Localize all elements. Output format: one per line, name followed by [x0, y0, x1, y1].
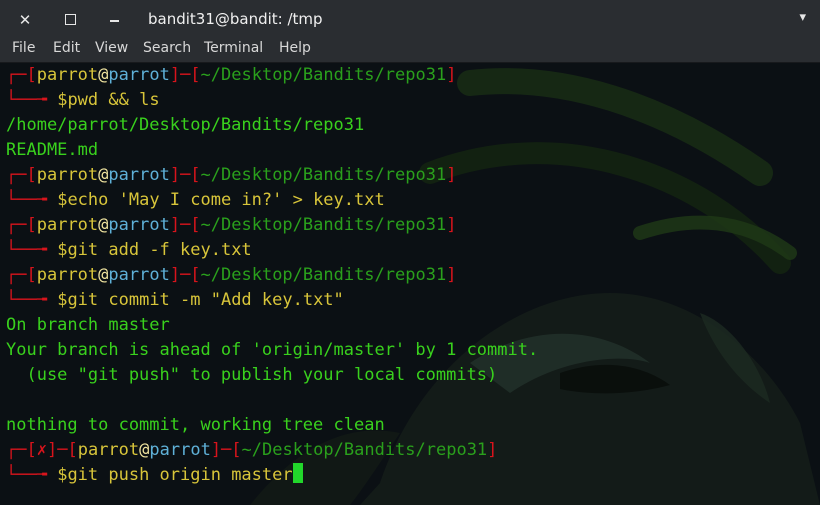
menu-terminal[interactable]: Terminal: [204, 40, 263, 56]
prompt-bracket: ]: [446, 65, 457, 85]
prompt-host: parrot: [108, 65, 170, 85]
prompt-bracket: ]─: [46, 440, 68, 460]
command-line: └──╼ $pwd && ls: [6, 88, 538, 113]
prompt-bracket: [: [26, 65, 37, 85]
command-text: pwd && ls: [67, 90, 160, 110]
prompt-bracket: ]─[: [169, 215, 201, 235]
prompt-at: @: [98, 65, 109, 85]
prompt-bracket: ]: [446, 215, 457, 235]
prompt-corner: ┌─: [6, 265, 27, 285]
prompt-path: ~/Desktop/Bandits/repo31: [241, 440, 488, 460]
prompt-dollar: $: [57, 90, 68, 110]
prompt-bracket: [: [26, 265, 37, 285]
command-text: git push origin master: [67, 465, 293, 485]
prompt-at: @: [98, 165, 109, 185]
prompt-bracket: ]: [446, 265, 457, 285]
command-line: └──╼ $git push origin master: [6, 463, 538, 488]
command-line: └──╼ $echo 'May I come in?' > key.txt: [6, 188, 538, 213]
prompt-dollar: $: [57, 465, 68, 485]
prompt-line: ┌─[parrot@parrot]─[~/Desktop/Bandits/rep…: [6, 63, 538, 88]
command-line: └──╼ $git add -f key.txt: [6, 238, 538, 263]
prompt-at: @: [139, 440, 150, 460]
prompt-bracket: ]─[: [169, 265, 201, 285]
error-mark-icon: ✗: [36, 440, 47, 460]
prompt-host: parrot: [108, 215, 170, 235]
prompt-bracket: [: [26, 165, 37, 185]
prompt-host: parrot: [108, 165, 170, 185]
terminal-output: ┌─[parrot@parrot]─[~/Desktop/Bandits/rep…: [6, 63, 538, 488]
prompt-arrow: └──╼: [6, 90, 58, 110]
prompt-line: ┌─[parrot@parrot]─[~/Desktop/Bandits/rep…: [6, 163, 538, 188]
prompt-line: ┌─[✗]─[parrot@parrot]─[~/Desktop/Bandits…: [6, 438, 538, 463]
close-icon[interactable]: ✕: [14, 9, 36, 31]
text-cursor: [292, 463, 303, 483]
prompt-corner: ┌─: [6, 215, 27, 235]
command-line: └──╼ $git commit -m "Add key.txt": [6, 288, 538, 313]
menu-edit[interactable]: Edit: [53, 40, 80, 56]
title-bar: ✕ bandit31@bandit: /tmp ▾: [0, 0, 820, 39]
prompt-bracket: ]─[: [169, 65, 201, 85]
menu-bar: File Edit View Search Terminal Help: [0, 38, 820, 63]
prompt-user: parrot: [36, 215, 99, 235]
prompt-corner: ┌─: [6, 65, 27, 85]
prompt-user: parrot: [36, 65, 99, 85]
minimize-icon[interactable]: [104, 9, 126, 31]
output-line: /home/parrot/Desktop/Bandits/repo31: [6, 115, 365, 135]
command-text: git add -f key.txt: [67, 240, 252, 260]
prompt-at: @: [98, 215, 109, 235]
prompt-path: ~/Desktop/Bandits/repo31: [200, 165, 447, 185]
menu-help[interactable]: Help: [279, 40, 311, 56]
output-line: On branch master: [6, 315, 170, 335]
prompt-bracket: [: [67, 440, 78, 460]
output-line: nothing to commit, working tree clean: [6, 415, 385, 435]
command-text: git commit -m "Add key.txt": [67, 290, 344, 310]
window-menu-icon[interactable]: ▾: [799, 10, 806, 25]
menu-view[interactable]: View: [95, 40, 128, 56]
prompt-dollar: $: [57, 240, 68, 260]
prompt-user: parrot: [36, 165, 99, 185]
prompt-line: ┌─[parrot@parrot]─[~/Desktop/Bandits/rep…: [6, 263, 538, 288]
prompt-user: parrot: [77, 440, 140, 460]
prompt-path: ~/Desktop/Bandits/repo31: [200, 265, 447, 285]
terminal-area[interactable]: ┌─[parrot@parrot]─[~/Desktop/Bandits/rep…: [0, 63, 820, 505]
output-line: Your branch is ahead of 'origin/master' …: [6, 340, 539, 360]
prompt-arrow: └──╼: [6, 465, 58, 485]
maximize-icon[interactable]: [60, 9, 82, 31]
menu-search[interactable]: Search: [143, 40, 191, 56]
output-line: (use "git push" to publish your local co…: [6, 365, 498, 385]
prompt-arrow: └──╼: [6, 240, 58, 260]
prompt-corner: ┌─: [6, 440, 27, 460]
prompt-bracket: [: [26, 215, 37, 235]
output-line: README.md: [6, 140, 99, 160]
prompt-host: parrot: [108, 265, 170, 285]
prompt-path: ~/Desktop/Bandits/repo31: [200, 215, 447, 235]
prompt-arrow: └──╼: [6, 190, 58, 210]
menu-file[interactable]: File: [12, 40, 35, 56]
prompt-host: parrot: [149, 440, 211, 460]
prompt-dollar: $: [57, 290, 68, 310]
prompt-bracket: ]: [487, 440, 498, 460]
prompt-bracket: ]─[: [210, 440, 242, 460]
prompt-user: parrot: [36, 265, 99, 285]
prompt-line: ┌─[parrot@parrot]─[~/Desktop/Bandits/rep…: [6, 213, 538, 238]
prompt-bracket: ]: [446, 165, 457, 185]
prompt-at: @: [98, 265, 109, 285]
prompt-path: ~/Desktop/Bandits/repo31: [200, 65, 447, 85]
prompt-dollar: $: [57, 190, 68, 210]
prompt-bracket: [: [26, 440, 37, 460]
prompt-corner: ┌─: [6, 165, 27, 185]
window-title: bandit31@bandit: /tmp: [148, 10, 323, 28]
prompt-bracket: ]─[: [169, 165, 201, 185]
prompt-arrow: └──╼: [6, 290, 58, 310]
terminal-window: ✕ bandit31@bandit: /tmp ▾ File Edit View…: [0, 0, 820, 505]
command-text: echo 'May I come in?' > key.txt: [67, 190, 385, 210]
